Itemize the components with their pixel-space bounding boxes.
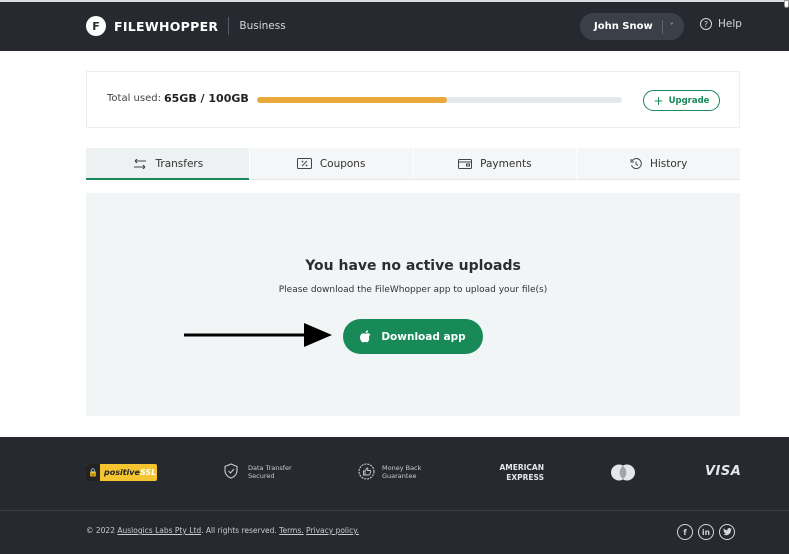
- positive-ssl-badge[interactable]: 🔒 positiveSSL: [86, 464, 157, 481]
- help-link[interactable]: ? Help: [700, 18, 742, 30]
- window-top-border: [0, 0, 789, 2]
- coupon-icon: [296, 158, 312, 169]
- help-label: Help: [718, 18, 742, 30]
- transfer-arrows-icon: [132, 158, 148, 169]
- lock-icon: 🔒: [86, 464, 100, 481]
- chevron-down-icon: ˅: [669, 22, 674, 31]
- empty-state-subtitle: Please download the FileWhopper app to u…: [278, 285, 548, 295]
- download-app-button[interactable]: Download app: [343, 319, 483, 354]
- tab-label: History: [649, 157, 688, 170]
- tab-label: Payments: [480, 157, 532, 170]
- mastercard-logo-icon: [611, 464, 635, 481]
- storage-usage-card: Total used: 65GB / 100GB + Upgrade: [86, 71, 740, 128]
- facebook-icon[interactable]: f: [677, 524, 693, 540]
- top-header: F FILEWHOPPER Business John Snow ˅ ? Hel…: [0, 0, 789, 51]
- tab-payments[interactable]: Payments: [414, 148, 578, 179]
- company-link[interactable]: Auslogics Labs Pty Ltd: [117, 526, 201, 535]
- transfers-panel: You have no active uploads Please downlo…: [86, 193, 740, 416]
- tab-label: Transfers: [155, 157, 204, 170]
- terms-link[interactable]: Terms.: [279, 526, 303, 535]
- usage-value: 65GB / 100GB: [164, 92, 249, 105]
- usage-label: Total used:: [107, 93, 161, 104]
- wallet-icon: [458, 158, 473, 169]
- tab-label: Coupons: [319, 157, 366, 170]
- footer-divider: [0, 510, 789, 511]
- copyright-text: © 2022 Auslogics Labs Pty Ltd. All right…: [86, 526, 359, 535]
- download-app-label: Download app: [381, 330, 466, 343]
- user-menu-divider: [661, 19, 663, 34]
- empty-state-title: You have no active uploads: [305, 258, 521, 274]
- user-name: John Snow: [594, 21, 653, 32]
- american-express-logo: AMERICAN EXPRESS: [499, 463, 544, 482]
- main-tabs: Transfers Coupons Payments History: [86, 148, 740, 180]
- linkedin-icon[interactable]: in: [698, 524, 714, 540]
- apple-icon: [360, 330, 371, 343]
- brand-divider: [228, 17, 230, 35]
- money-back-guarantee-badge: Money Back Guarantee: [358, 463, 421, 481]
- filewhopper-logo-icon: F: [86, 16, 106, 36]
- brand-name: FILEWHOPPER: [114, 18, 219, 34]
- twitter-icon[interactable]: [719, 524, 735, 540]
- brand[interactable]: F FILEWHOPPER Business: [86, 16, 286, 36]
- upgrade-label: Upgrade: [668, 95, 710, 106]
- tab-transfers[interactable]: Transfers: [86, 148, 250, 180]
- tab-history[interactable]: History: [577, 148, 740, 179]
- social-links: f in: [677, 524, 735, 540]
- history-icon: [630, 157, 642, 170]
- privacy-policy-link[interactable]: Privacy policy.: [306, 526, 359, 535]
- thumbs-up-seal-icon: [358, 463, 376, 481]
- usage-progress-fill: [257, 97, 447, 103]
- upgrade-button[interactable]: + Upgrade: [643, 90, 720, 111]
- shield-check-icon: [224, 463, 242, 481]
- visa-logo: VISA: [705, 464, 742, 479]
- plus-icon: +: [653, 93, 664, 108]
- tab-coupons[interactable]: Coupons: [250, 148, 414, 179]
- usage-progress-bar: [257, 97, 622, 103]
- ssl-badge-text: positiveSSL: [104, 468, 157, 477]
- help-circle-icon: ?: [700, 18, 712, 30]
- arrow-pointer-icon: [184, 323, 332, 347]
- user-menu-button[interactable]: John Snow ˅: [580, 13, 684, 40]
- footer: 🔒 positiveSSL Data Transfer Secured Money…: [0, 437, 789, 554]
- data-transfer-secured-badge: Data Transfer Secured: [224, 463, 292, 481]
- plan-label: Business: [239, 20, 286, 32]
- window-scroll-handle[interactable]: [784, 0, 789, 8]
